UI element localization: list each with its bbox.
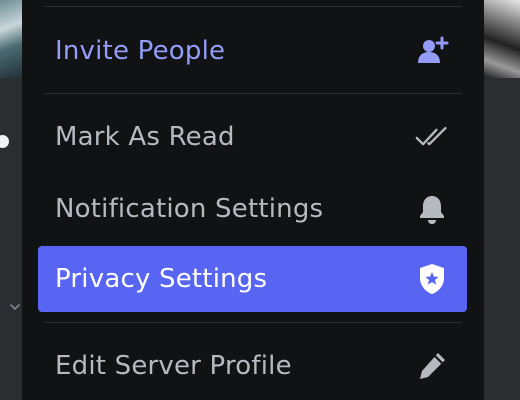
shield-star-icon [415,262,449,296]
channel-sidebar [0,0,22,400]
header-image [484,0,520,78]
chevron-down-icon[interactable] [8,300,22,314]
menu-item-label: Invite People [55,36,226,66]
menu-item-label: Edit Server Profile [55,351,292,381]
right-panel [484,0,520,400]
edit-server-profile-item[interactable]: Edit Server Profile [38,333,467,399]
double-check-icon [415,120,449,154]
discord-app: Invite People Mark As Read Notification … [0,0,520,400]
unread-indicator [0,135,9,148]
mark-as-read-item[interactable]: Mark As Read [38,104,467,170]
bell-icon [415,192,449,226]
menu-item-label: Privacy Settings [55,264,268,294]
invite-people-item[interactable]: Invite People [38,18,467,84]
add-user-icon [415,34,449,68]
menu-separator [44,6,462,7]
privacy-settings-item[interactable]: Privacy Settings [38,246,467,312]
menu-item-label: Notification Settings [55,194,324,224]
menu-item-label: Mark As Read [55,122,235,152]
menu-separator [44,93,462,94]
notification-settings-item[interactable]: Notification Settings [38,176,467,242]
server-context-menu: Invite People Mark As Read Notification … [22,0,484,400]
pencil-icon [415,349,449,383]
menu-separator [44,322,462,323]
server-banner-image [0,0,22,78]
